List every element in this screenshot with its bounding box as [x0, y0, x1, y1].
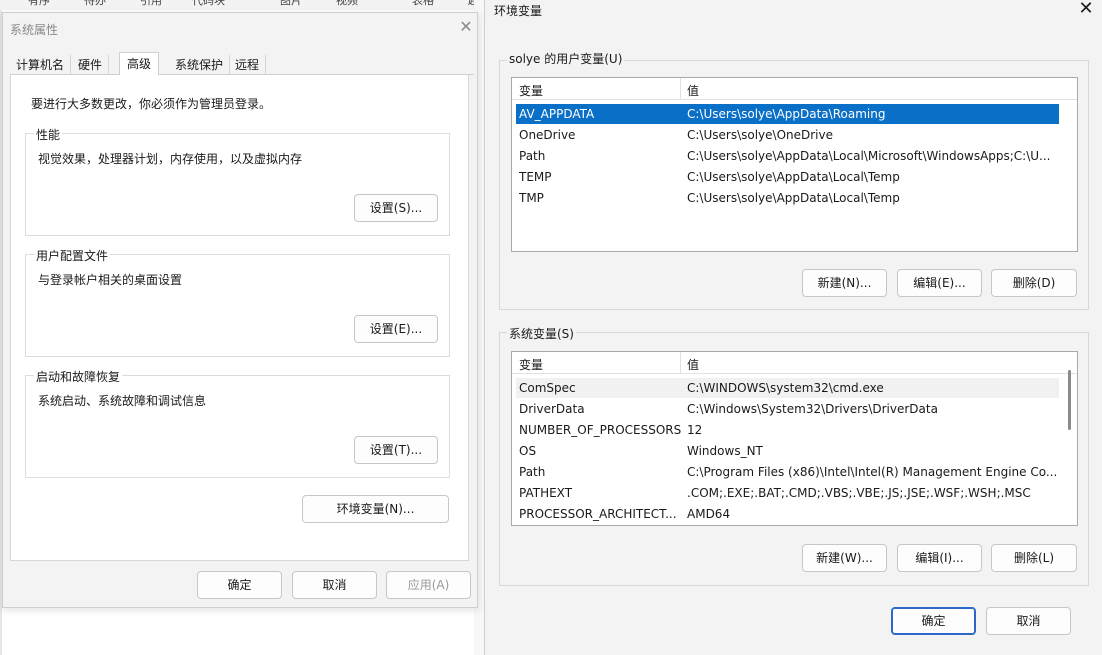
user-variables-list[interactable]: 变量 值 AV_APPDATA C:\Users\solye\AppData\R…: [511, 77, 1078, 252]
ok-button[interactable]: 确定: [197, 571, 282, 599]
apply-button[interactable]: 应用(A): [386, 571, 471, 599]
dialog-title: 系统属性: [10, 23, 59, 37]
user-edit-button[interactable]: 编辑(E)...: [897, 269, 982, 297]
tab-computer-name[interactable]: 计算机名: [10, 55, 72, 75]
column-header-value[interactable]: 值: [687, 82, 699, 99]
variable-name: Path: [519, 149, 546, 163]
cancel-button[interactable]: 取消: [986, 607, 1071, 635]
tab-advanced[interactable]: 高级: [119, 52, 160, 76]
system-variables-label: 系统变量(S): [507, 325, 576, 342]
environment-variables-button[interactable]: 环境变量(N)...: [302, 495, 449, 523]
column-header-name[interactable]: 变量: [519, 356, 543, 373]
variable-value: C:\Users\solye\AppData\Roaming: [687, 107, 886, 121]
bg-toolbar-item: 待办: [84, 0, 106, 7]
performance-settings-button[interactable]: 设置(S)...: [354, 194, 438, 222]
variable-name: OS: [519, 444, 537, 458]
group-description: 与登录帐户相关的桌面设置: [38, 273, 183, 287]
user-profiles-group: 用户配置文件 与登录帐户相关的桌面设置 设置(E)...: [25, 247, 450, 357]
bg-toolbar-item: 视频: [336, 0, 358, 7]
table-row[interactable]: DriverData C:\Windows\System32\Drivers\D…: [516, 399, 1059, 419]
table-row[interactable]: OS Windows_NT: [516, 441, 1059, 461]
variable-value: C:\WINDOWS\system32\cmd.exe: [687, 381, 884, 395]
column-header-name[interactable]: 变量: [519, 82, 543, 99]
variable-value: AMD64: [687, 507, 731, 521]
system-properties-dialog: 系统属性 ✕ 计算机名 硬件 高级 系统保护 远程 要进行大多数更改，你必须作为…: [2, 12, 478, 608]
variable-value: C:\Users\solye\AppData\Local\Microsoft\W…: [687, 149, 1051, 163]
system-new-button[interactable]: 新建(W)...: [802, 544, 887, 572]
table-row[interactable]: TEMP C:\Users\solye\AppData\Local\Temp: [516, 167, 1059, 187]
table-row[interactable]: Path C:\Users\solye\AppData\Local\Micros…: [516, 146, 1059, 166]
close-icon[interactable]: ✕: [455, 16, 477, 38]
ok-button[interactable]: 确定: [891, 607, 976, 635]
variable-name: NUMBER_OF_PROCESSORS: [519, 423, 681, 437]
tab-remote[interactable]: 远程: [229, 55, 267, 75]
bg-toolbar-item: 图片: [280, 0, 302, 7]
table-row[interactable]: OneDrive C:\Users\solye\OneDrive: [516, 125, 1059, 145]
table-row[interactable]: PROCESSOR_ARCHITECT... AMD64: [516, 504, 1059, 524]
group-label: 启动和故障恢复: [34, 368, 123, 385]
system-edit-button[interactable]: 编辑(I)...: [897, 544, 982, 572]
tab-bar: 计算机名 硬件 高级 系统保护 远程: [10, 52, 474, 76]
variable-value: Windows_NT: [687, 444, 763, 458]
user-variables-label: solye 的用户变量(U): [507, 50, 625, 67]
startup-recovery-group: 启动和故障恢复 系统启动、系统故障和调试信息 设置(T)...: [25, 368, 450, 478]
performance-group: 性能 视觉效果，处理器计划，内存使用，以及虚拟内存 设置(S)...: [25, 126, 450, 236]
column-divider[interactable]: [680, 352, 681, 374]
dialog-title: 环境变量: [494, 4, 543, 18]
variable-name: PROCESSOR_ARCHITECT...: [519, 507, 677, 521]
variable-value: C:\Users\solye\AppData\Local\Temp: [687, 191, 900, 205]
column-divider[interactable]: [680, 78, 681, 100]
variable-value: 12: [687, 423, 703, 437]
variable-value: .COM;.EXE;.BAT;.CMD;.VBS;.VBE;.JS;.JSE;.…: [687, 486, 1031, 500]
list-header: 变量 值: [512, 352, 1077, 374]
admin-notice: 要进行大多数更改，你必须作为管理员登录。: [31, 97, 272, 111]
table-row[interactable]: PATHEXT .COM;.EXE;.BAT;.CMD;.VBS;.VBE;.J…: [516, 483, 1059, 503]
close-icon[interactable]: ✕: [1075, 0, 1097, 20]
user-profiles-settings-button[interactable]: 设置(E)...: [354, 315, 438, 343]
variable-name: AV_APPDATA: [519, 107, 595, 121]
table-row[interactable]: TMP C:\Users\solye\AppData\Local\Temp: [516, 188, 1059, 208]
variable-name: ComSpec: [519, 381, 576, 395]
table-row[interactable]: AV_APPDATA C:\Users\solye\AppData\Roamin…: [516, 104, 1059, 124]
bg-toolbar-item: 引用: [140, 0, 162, 7]
variable-name: Path: [519, 465, 546, 479]
bg-toolbar-item: 有序: [28, 0, 50, 7]
group-description: 系统启动、系统故障和调试信息: [38, 394, 207, 408]
user-new-button[interactable]: 新建(N)...: [802, 269, 887, 297]
group-description: 视觉效果，处理器计划，内存使用，以及虚拟内存: [38, 152, 303, 166]
variable-value: C:\Program Files (x86)\Intel\Intel(R) Ma…: [687, 465, 1057, 479]
table-row[interactable]: ComSpec C:\WINDOWS\system32\cmd.exe: [516, 378, 1059, 398]
variable-name: PATHEXT: [519, 486, 573, 500]
environment-variables-dialog: 环境变量 ✕ solye 的用户变量(U) 变量 值 AV_APPDATA C:…: [484, 0, 1102, 655]
variable-name: DriverData: [519, 402, 585, 416]
bg-toolbar-item: 表格: [412, 0, 434, 7]
variable-name: TEMP: [519, 170, 552, 184]
variable-value: C:\Users\solye\OneDrive: [687, 128, 833, 142]
variable-name: TMP: [519, 191, 544, 205]
list-header: 变量 值: [512, 78, 1077, 100]
table-row[interactable]: NUMBER_OF_PROCESSORS 12: [516, 420, 1059, 440]
user-delete-button[interactable]: 删除(D): [991, 269, 1077, 297]
variable-name: OneDrive: [519, 128, 576, 142]
column-header-value[interactable]: 值: [687, 356, 699, 373]
bg-toolbar-item: 代码块: [192, 0, 225, 7]
tab-system-protection[interactable]: 系统保护: [169, 55, 231, 75]
startup-recovery-settings-button[interactable]: 设置(T)...: [354, 436, 438, 464]
system-variables-list[interactable]: 变量 值 ComSpec C:\WINDOWS\system32\cmd.exe…: [511, 351, 1078, 526]
system-delete-button[interactable]: 删除(L): [991, 544, 1077, 572]
group-label: 用户配置文件: [34, 247, 111, 264]
scrollbar-thumb[interactable]: [1068, 370, 1071, 430]
tab-hardware[interactable]: 硬件: [72, 55, 110, 75]
group-label: 性能: [34, 126, 63, 143]
variable-value: C:\Windows\System32\Drivers\DriverData: [687, 402, 938, 416]
cancel-button[interactable]: 取消: [292, 571, 377, 599]
advanced-tab-panel: 要进行大多数更改，你必须作为管理员登录。 性能 视觉效果，处理器计划，内存使用，…: [10, 75, 469, 561]
variable-value: C:\Users\solye\AppData\Local\Temp: [687, 170, 900, 184]
table-row[interactable]: Path C:\Program Files (x86)\Intel\Intel(…: [516, 462, 1059, 482]
